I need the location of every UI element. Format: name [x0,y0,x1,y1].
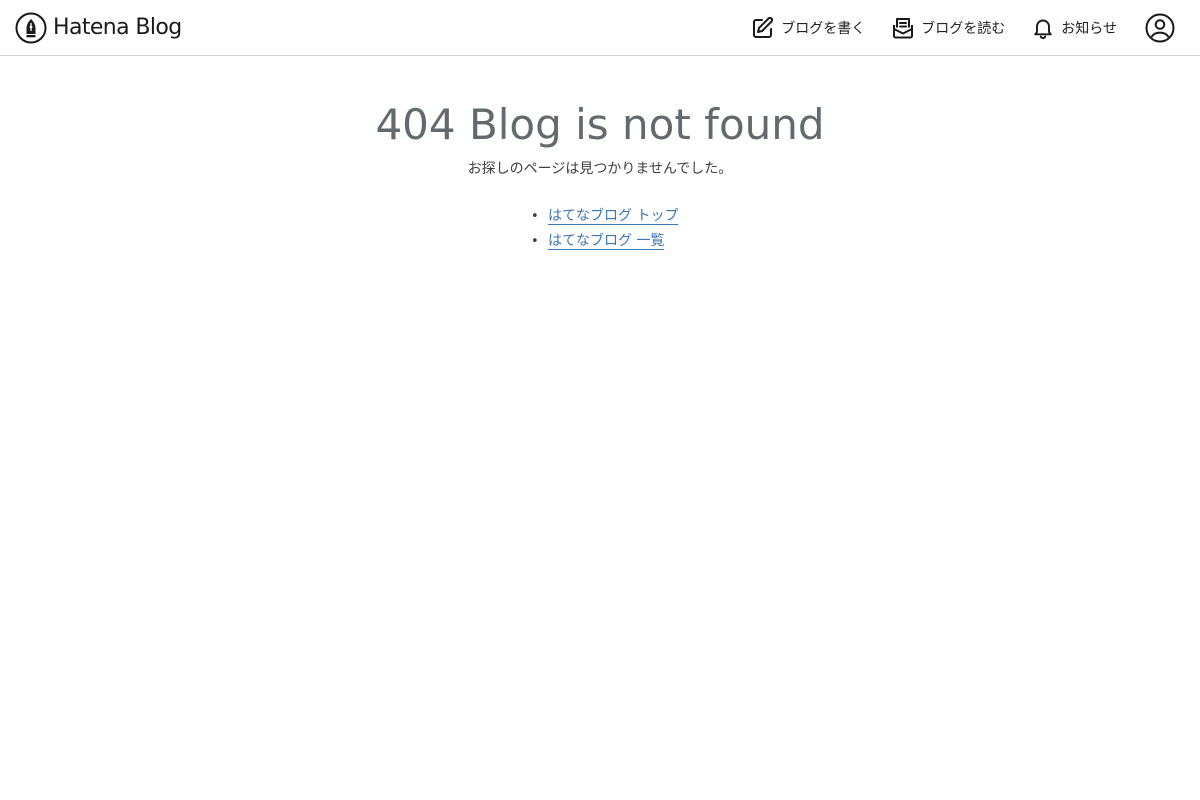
user-menu-button[interactable] [1145,13,1175,43]
mail-open-icon [891,16,921,40]
main-content: 404 Blog is not found お探しのページは見つかりませんでした… [0,56,1200,254]
edit-icon [751,16,781,40]
blog-top-link[interactable]: はてなブログ トップ [548,208,679,225]
link-list: • はてなブログ トップ • はてなブログ 一覧 [500,204,700,254]
read-blog-label: ブログを読む [921,21,1006,37]
brand-logo-link[interactable]: Hatena Blog [15,12,182,44]
pen-nib-icon [15,12,47,44]
bell-icon [1031,16,1061,40]
blog-list-link[interactable]: はてなブログ 一覧 [548,233,665,250]
error-description: お探しのページは見つかりませんでした。 [467,161,733,177]
notifications-label: お知らせ [1061,21,1117,37]
page-title: 404 Blog is not found [375,100,825,149]
header-nav: ブログを書く ブログを読む お知らせ [751,0,1200,56]
write-blog-label: ブログを書く [781,21,866,37]
brand-name: Hatena Blog [53,15,182,40]
user-circle-icon [1145,13,1175,43]
bullet-icon: • [531,234,539,249]
write-blog-link[interactable]: ブログを書く [751,0,865,56]
bullet-icon: • [531,209,539,224]
read-blog-link[interactable]: ブログを読む [891,0,1005,56]
notifications-link[interactable]: お知らせ [1031,0,1117,56]
global-header: Hatena Blog ブログを書く ブログを読む お知らせ [0,0,1200,56]
list-item: • はてなブログ 一覧 [531,229,700,254]
list-item: • はてなブログ トップ [531,204,700,229]
